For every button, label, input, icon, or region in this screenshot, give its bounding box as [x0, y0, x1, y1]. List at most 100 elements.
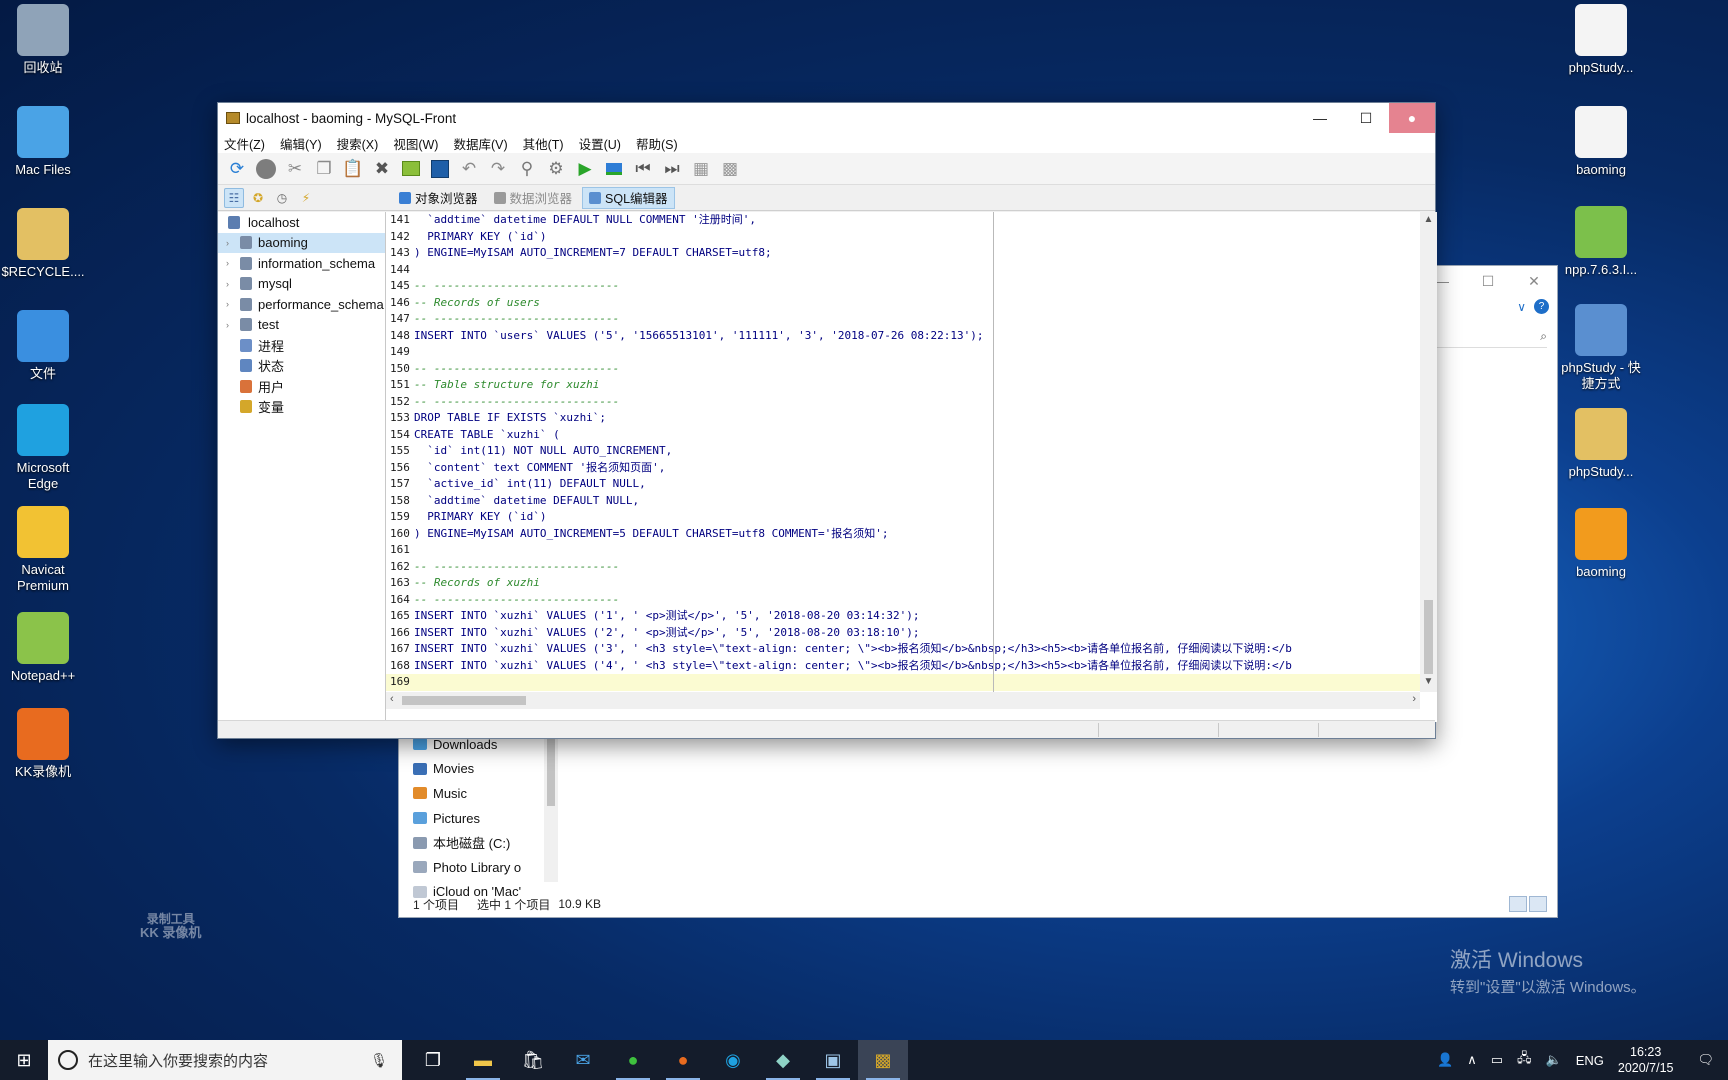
- grid-delete-icon[interactable]: ▩: [717, 156, 743, 182]
- desktop-icon-left-6[interactable]: Notepad++: [0, 612, 86, 684]
- code-line[interactable]: 149: [386, 344, 1420, 361]
- editor-vertical-scrollbar[interactable]: ▲ ▼: [1420, 212, 1437, 692]
- files-icon[interactable]: ⚡: [296, 188, 316, 208]
- mail-taskbar-icon[interactable]: ✉: [558, 1040, 608, 1080]
- scroll-down-icon[interactable]: ▼: [1420, 676, 1437, 690]
- undo-icon[interactable]: ↶: [456, 156, 482, 182]
- scroll-left-icon[interactable]: ‹: [390, 693, 394, 705]
- open-file-icon[interactable]: [398, 156, 424, 182]
- minimize-button[interactable]: —: [1297, 103, 1343, 133]
- notification-icon[interactable]: 🗨: [1697, 1052, 1714, 1068]
- desktop-icon-right-1[interactable]: baoming: [1558, 106, 1644, 178]
- tree-item-[interactable]: 变量: [218, 397, 385, 418]
- copy-icon[interactable]: ❐: [311, 156, 337, 182]
- explorer-nav-item[interactable]: Pictures: [399, 806, 561, 831]
- maximize-button[interactable]: ☐: [1343, 103, 1389, 133]
- task-view-icon[interactable]: ❐: [408, 1040, 458, 1080]
- grid-insert-icon[interactable]: ▦: [688, 156, 714, 182]
- tree-item-baoming[interactable]: › baoming: [218, 232, 385, 253]
- input-language[interactable]: ENG: [1576, 1053, 1604, 1068]
- clock[interactable]: 16:23 2020/7/15: [1618, 1044, 1674, 1076]
- details-view-icon[interactable]: [1509, 896, 1527, 912]
- code-line[interactable]: 159 PRIMARY KEY (`id`): [386, 509, 1420, 526]
- windows-start-button[interactable]: ⊞: [0, 1040, 48, 1080]
- chevron-down-icon[interactable]: ∨: [1517, 300, 1526, 314]
- code-line[interactable]: 151 -- Table structure for xuzhi: [386, 377, 1420, 394]
- menu-item[interactable]: 视图(W): [393, 134, 438, 153]
- code-line[interactable]: 146 -- Records of users: [386, 295, 1420, 312]
- code-line[interactable]: 169: [386, 674, 1420, 691]
- code-line[interactable]: 168 INSERT INTO `xuzhi` VALUES ('4', ' <h…: [386, 658, 1420, 675]
- network-icon[interactable]: 🖧: [1517, 1049, 1532, 1071]
- store-taskbar-icon[interactable]: 🛍: [508, 1040, 558, 1080]
- tree-item-performance_schema[interactable]: › performance_schema: [218, 294, 385, 315]
- expand-chevron-icon[interactable]: ›: [226, 279, 229, 289]
- expand-chevron-icon[interactable]: ›: [226, 320, 229, 330]
- code-line[interactable]: 157 `active_id` int(11) DEFAULT NULL,: [386, 476, 1420, 493]
- tab-object-browser[interactable]: 对象浏览器: [393, 187, 484, 209]
- desktop-icon-left-5[interactable]: Navicat Premium: [0, 506, 86, 594]
- replace-tool-icon[interactable]: ⚙: [543, 156, 569, 182]
- explorer-nav-item[interactable]: Movies: [399, 757, 561, 782]
- close-icon[interactable]: ✕: [1511, 266, 1557, 296]
- notepad-taskbar-icon[interactable]: ◆: [758, 1040, 808, 1080]
- favorites-icon[interactable]: ✪: [248, 188, 268, 208]
- refresh-icon[interactable]: ⟳: [224, 156, 250, 182]
- code-area[interactable]: 141 `addtime` datetime DEFAULT NULL COMM…: [386, 212, 1420, 692]
- paste-icon[interactable]: 📋: [340, 156, 366, 182]
- code-line[interactable]: 142 PRIMARY KEY (`id`): [386, 229, 1420, 246]
- code-line[interactable]: 145 -- ----------------------------: [386, 278, 1420, 295]
- menu-item[interactable]: 帮助(S): [636, 134, 678, 153]
- code-line[interactable]: 156 `content` text COMMENT '报名须知页面',: [386, 460, 1420, 477]
- edge-taskbar-icon[interactable]: ◉: [708, 1040, 758, 1080]
- code-line[interactable]: 154 CREATE TABLE `xuzhi` (: [386, 427, 1420, 444]
- menu-item[interactable]: 文件(Z): [224, 134, 265, 153]
- desktop-icon-right-5[interactable]: baoming: [1558, 508, 1644, 580]
- tray-chevron-up-icon[interactable]: ∧: [1467, 1052, 1477, 1068]
- desktop-icon-right-0[interactable]: phpStudy...: [1558, 4, 1644, 76]
- cut-icon[interactable]: ✂: [282, 156, 308, 182]
- delete-icon[interactable]: ✖: [369, 156, 395, 182]
- scroll-right-icon[interactable]: ›: [1412, 693, 1416, 705]
- desktop-icon-left-0[interactable]: 回收站: [0, 4, 86, 76]
- code-line[interactable]: 141 `addtime` datetime DEFAULT NULL COMM…: [386, 212, 1420, 229]
- code-line[interactable]: 143) ENGINE=MyISAM AUTO_INCREMENT=7 DEFA…: [386, 245, 1420, 262]
- tab-data-browser[interactable]: 数据浏览器: [488, 187, 579, 209]
- redo-icon[interactable]: ↷: [485, 156, 511, 182]
- desktop-icon-left-4[interactable]: Microsoft Edge: [0, 404, 86, 492]
- scroll-up-icon[interactable]: ▲: [1420, 214, 1437, 228]
- code-line[interactable]: 150 -- ----------------------------: [386, 361, 1420, 378]
- menu-item[interactable]: 设置(U): [579, 134, 621, 153]
- desktop-icon-left-1[interactable]: Mac Files: [0, 106, 86, 178]
- code-line[interactable]: 158 `addtime` datetime DEFAULT NULL,: [386, 493, 1420, 510]
- phpstudy-taskbar-icon[interactable]: ▣: [808, 1040, 858, 1080]
- sql-editor[interactable]: 141 `addtime` datetime DEFAULT NULL COMM…: [386, 212, 1437, 722]
- menu-item[interactable]: 搜索(X): [337, 134, 379, 153]
- app-tray-icon[interactable]: ▭: [1491, 1052, 1503, 1068]
- tree-item-test[interactable]: › test: [218, 315, 385, 336]
- desktop-icon-left-3[interactable]: 文件: [0, 310, 86, 382]
- save-icon[interactable]: [427, 156, 453, 182]
- help-icon[interactable]: ?: [1534, 299, 1549, 314]
- large-icons-view-icon[interactable]: [1529, 896, 1547, 912]
- code-line[interactable]: 163 -- Records of xuzhi: [386, 575, 1420, 592]
- microphone-icon[interactable]: 🎙: [370, 1052, 388, 1069]
- volume-icon[interactable]: 🔈: [1546, 1052, 1562, 1068]
- explorer-search-input[interactable]: ⌕: [1427, 326, 1547, 348]
- tree-item-mysql[interactable]: › mysql: [218, 274, 385, 295]
- desktop-icon-right-3[interactable]: phpStudy - 快捷方式: [1558, 304, 1644, 392]
- expand-chevron-icon[interactable]: ›: [226, 299, 229, 309]
- search-tool-icon[interactable]: ⚲: [514, 156, 540, 182]
- tree-item-[interactable]: 用户: [218, 376, 385, 397]
- file-explorer-taskbar-icon[interactable]: ▬: [458, 1040, 508, 1080]
- menu-item[interactable]: 编辑(Y): [280, 134, 322, 153]
- code-line[interactable]: 161: [386, 542, 1420, 559]
- last-record-icon[interactable]: ⏭: [659, 156, 685, 182]
- code-line[interactable]: 165 INSERT INTO `xuzhi` VALUES ('1', ' <p…: [386, 608, 1420, 625]
- vertical-scroll-thumb[interactable]: [1424, 600, 1433, 674]
- tree-item-information_schema[interactable]: › information_schema: [218, 253, 385, 274]
- desktop-icon-right-4[interactable]: phpStudy...: [1558, 408, 1644, 480]
- stop-icon[interactable]: [253, 156, 279, 182]
- code-line[interactable]: 147 -- ----------------------------: [386, 311, 1420, 328]
- scrollbar-thumb[interactable]: [547, 736, 555, 806]
